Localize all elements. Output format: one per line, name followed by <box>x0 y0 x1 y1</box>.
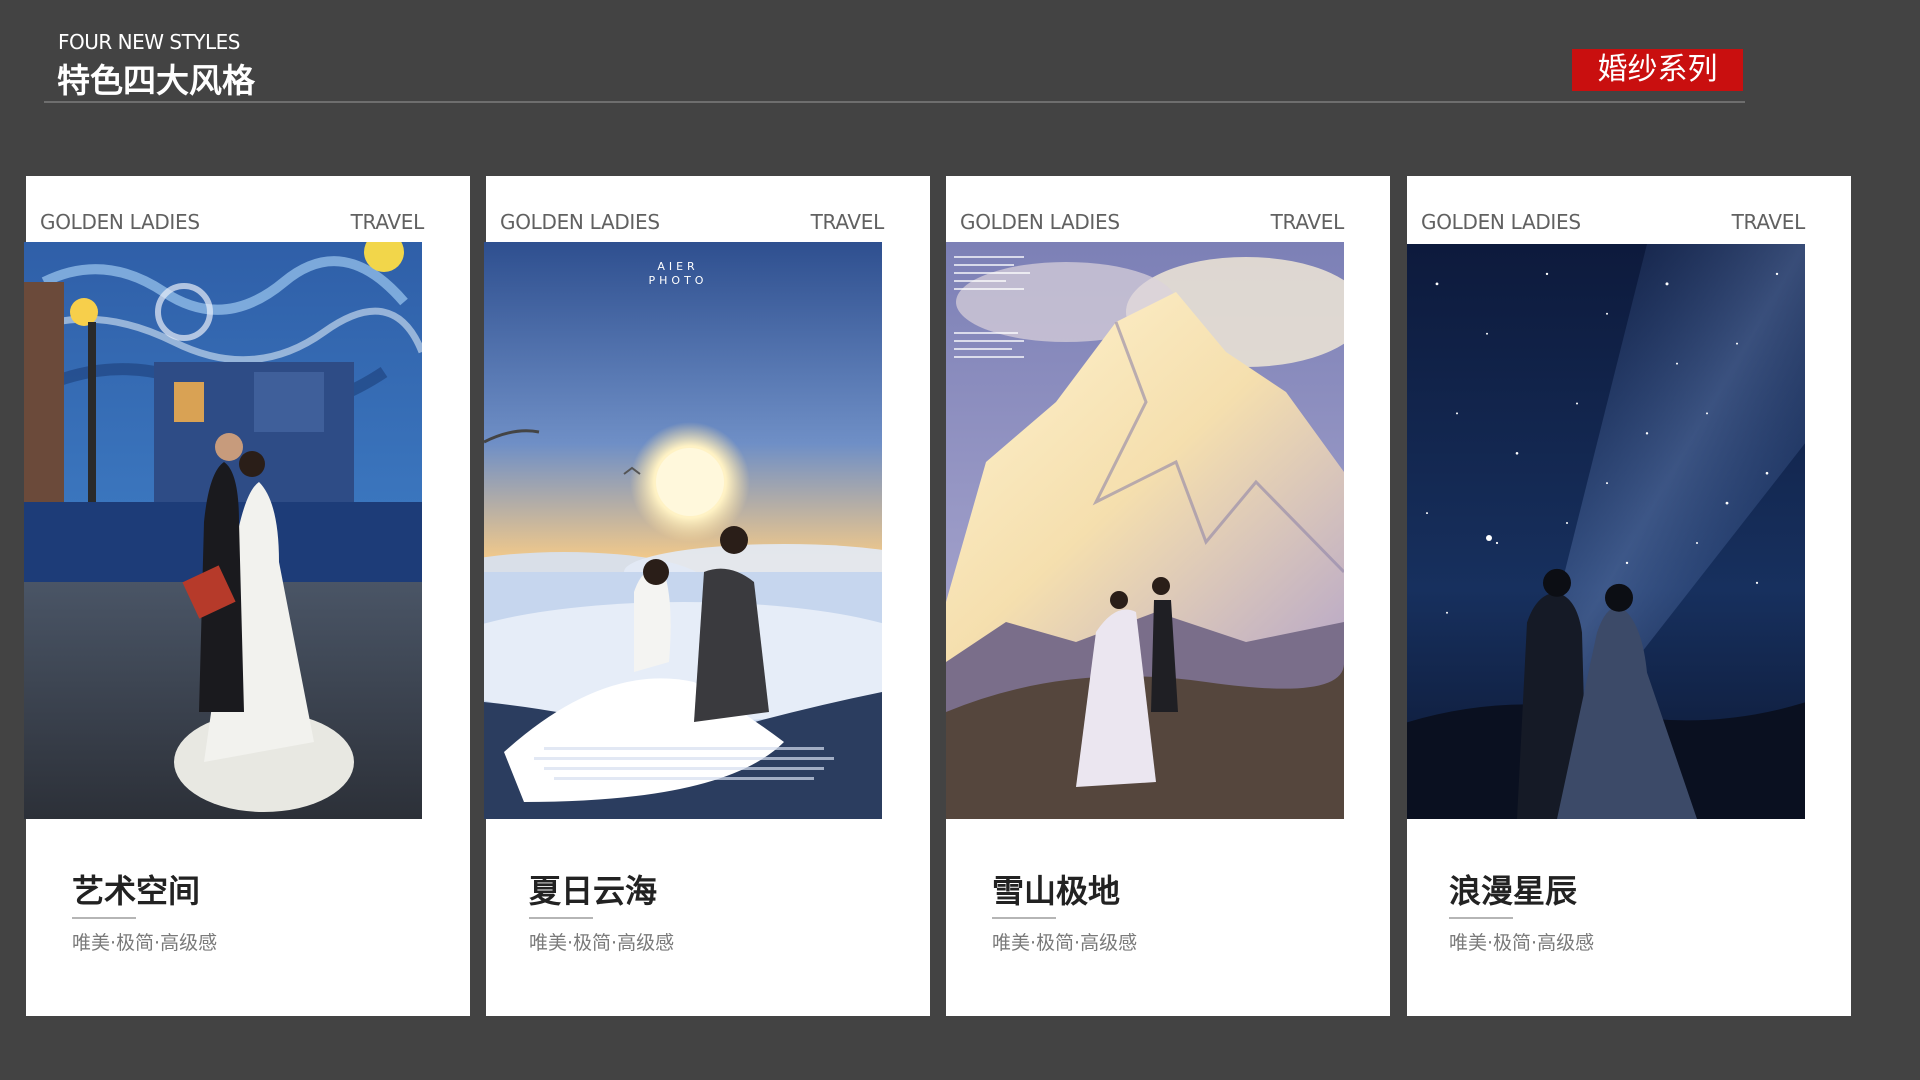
milky-way-couple-photo <box>1407 244 1805 819</box>
card-tag: TRAVEL <box>350 210 425 234</box>
card-subtitle: 唯美·极简·高级感 <box>1449 932 1595 954</box>
style-card-sea-of-clouds[interactable]: GOLDEN LADIES TRAVEL AIER PHOTO A I E R … <box>484 176 930 1016</box>
card-title-underline <box>529 917 593 919</box>
card-title: 夏日云海 <box>529 872 658 910</box>
card-brand: GOLDEN LADIES <box>40 210 200 234</box>
card-header: GOLDEN LADIES TRAVEL <box>960 210 1344 234</box>
card-tag: TRAVEL <box>1731 210 1806 234</box>
style-card-art-space[interactable]: GOLDEN LADIES TRAVEL 艺术空间 唯美·极简·高级感 <box>24 176 470 1016</box>
series-badge: 婚纱系列 <box>1572 49 1743 91</box>
style-card-romantic-stars[interactable]: GOLDEN LADIES TRAVEL 浪漫星辰 唯美·极简·高级感 <box>1407 176 1851 1016</box>
card-subtitle: 唯美·极简·高级感 <box>72 932 218 954</box>
card-title: 雪山极地 <box>992 872 1121 910</box>
card-title: 浪漫星辰 <box>1449 872 1578 910</box>
photo-text: AIER <box>657 260 698 273</box>
card-tag: TRAVEL <box>1270 210 1345 234</box>
card-subtitle: 唯美·极简·高级感 <box>992 932 1138 954</box>
starry-night-couple-photo <box>24 242 422 819</box>
card-title-underline <box>992 917 1056 919</box>
snow-mountain-couple-photo <box>946 242 1344 819</box>
style-card-snow-mountain[interactable]: GOLDEN LADIES TRAVEL 雪山极地 唯美·极简·高级感 <box>946 176 1390 1016</box>
card-title-underline <box>72 917 136 919</box>
photo-text: PHOTO <box>649 274 708 287</box>
card-tag: TRAVEL <box>810 210 885 234</box>
page-title: 特色四大风格 <box>57 61 255 100</box>
card-header: GOLDEN LADIES TRAVEL <box>1421 210 1805 234</box>
header-subtitle-en: FOUR NEW STYLES <box>58 30 240 54</box>
sea-of-clouds-sunset-couple-photo: AIER PHOTO A I E R STUDIO <box>484 242 882 819</box>
header-divider <box>44 101 1745 103</box>
card-brand: GOLDEN LADIES <box>500 210 660 234</box>
card-subtitle: 唯美·极简·高级感 <box>529 932 675 954</box>
photo-text: A I E R STUDIO <box>639 726 730 739</box>
card-title-underline <box>1449 917 1513 919</box>
card-header: GOLDEN LADIES TRAVEL <box>40 210 424 234</box>
card-title: 艺术空间 <box>72 872 201 910</box>
card-brand: GOLDEN LADIES <box>960 210 1120 234</box>
card-header: GOLDEN LADIES TRAVEL <box>500 210 884 234</box>
card-brand: GOLDEN LADIES <box>1421 210 1581 234</box>
